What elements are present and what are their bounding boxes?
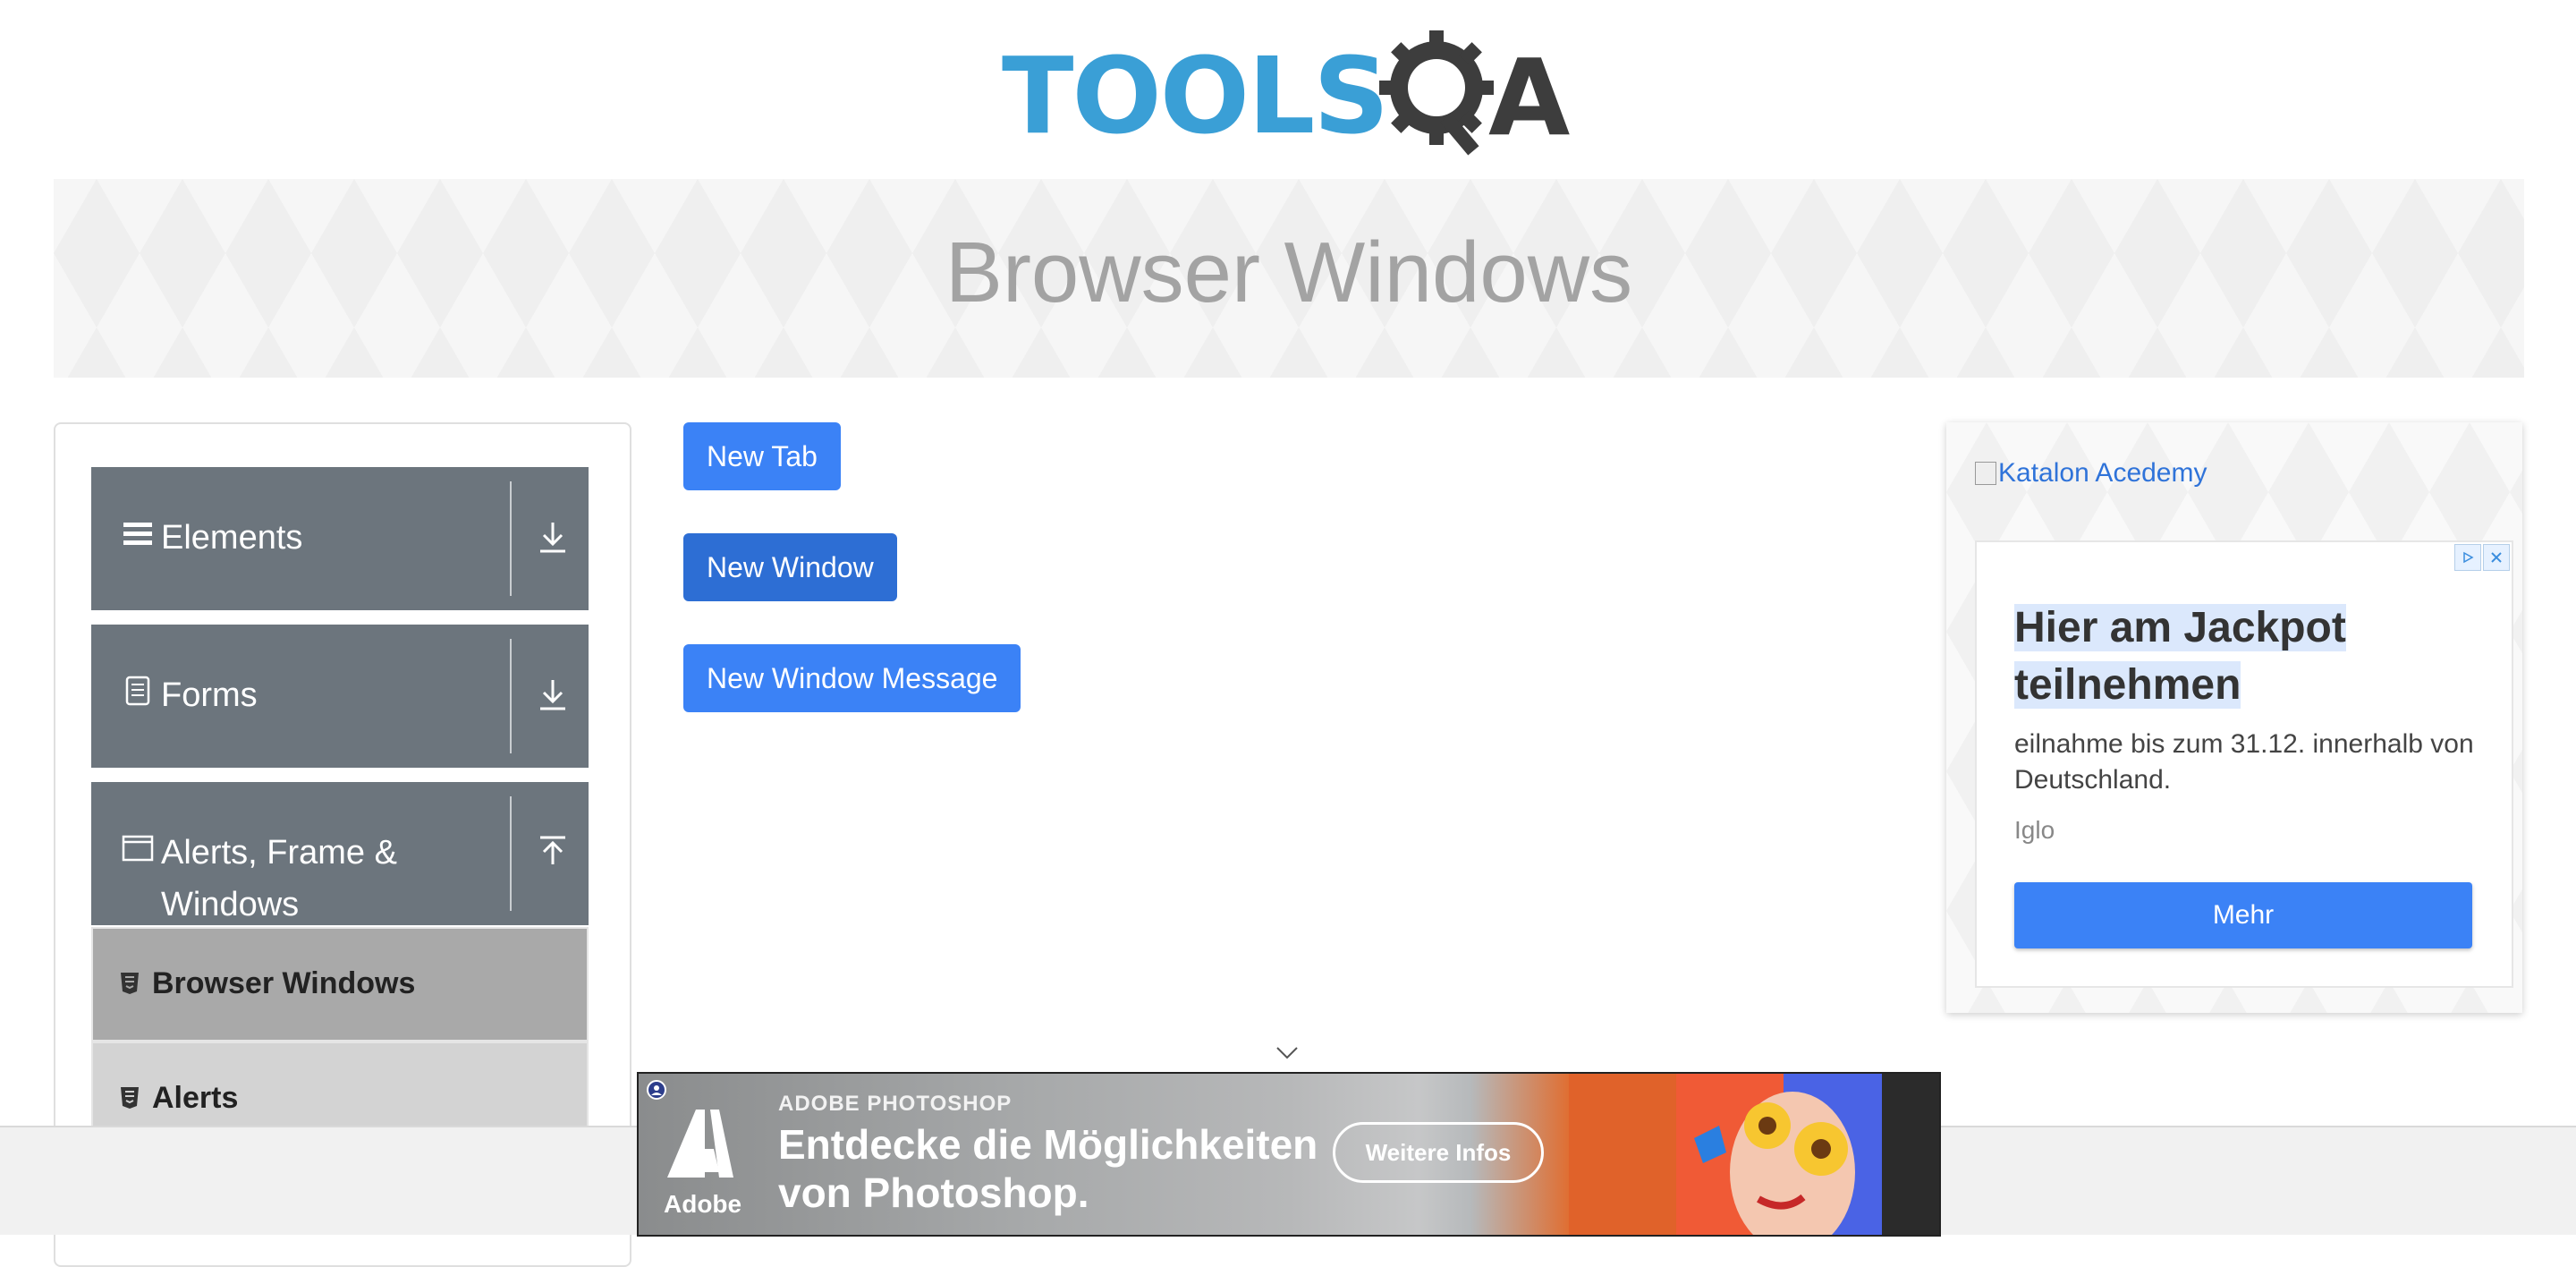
ad-card[interactable]: Hier am Jackpot teilnehmen eilnahme bis … <box>1975 540 2513 988</box>
sidebar-group-elements[interactable]: Elements <box>91 467 589 610</box>
sidebar-group-label: Forms <box>161 676 258 714</box>
logo-text-tools: TOOLS <box>1002 34 1389 157</box>
image-alt-text: Katalon Acedemy <box>1998 458 2207 488</box>
ad-choices[interactable] <box>2454 544 2510 571</box>
sidebar-group-forms[interactable]: Forms <box>91 625 589 768</box>
window-icon <box>122 835 154 862</box>
page-title: Browser Windows <box>945 225 1633 320</box>
page-header-banner: Browser Windows <box>54 179 2524 378</box>
ad-cta-button[interactable]: Mehr <box>2014 882 2472 948</box>
adchoices-icon[interactable] <box>2454 544 2481 571</box>
new-tab-button[interactable]: New Tab <box>683 422 841 490</box>
new-window-message-button[interactable]: New Window Message <box>683 644 1021 712</box>
ad-headline-line: teilnehmen <box>2014 661 2241 709</box>
ad-shield-icon[interactable] <box>646 1079 667 1101</box>
ad-advertiser: Iglo <box>2014 816 2055 844</box>
adobe-logo: Adobe <box>664 1106 741 1218</box>
sidebar-group-alerts-frame-windows[interactable]: Alerts, Frame & Windows <box>91 782 589 925</box>
ad-headline: Entdecke die Möglichkeiten von Photoshop… <box>778 1121 1318 1216</box>
divider <box>510 481 512 596</box>
ad-eyebrow: ADOBE PHOTOSHOP <box>778 1092 1013 1116</box>
sidebar-item-browser-windows[interactable]: Browser Windows <box>91 927 589 1042</box>
ad-cta-button[interactable]: Weitere Infos <box>1333 1122 1544 1183</box>
ad-sidebar-right: Katalon Acedemy Hier am Jackpot teilnehm… <box>1946 422 2522 1013</box>
document-icon <box>125 676 150 706</box>
adobe-wordmark: Adobe <box>664 1190 742 1218</box>
divider <box>510 796 512 911</box>
ad-headline[interactable]: Hier am Jackpot teilnehmen <box>2014 599 2497 714</box>
new-window-button[interactable]: New Window <box>683 533 897 601</box>
ad-banner-bottom[interactable]: Adobe ADOBE PHOTOSHOP Entdecke die Mögli… <box>637 1072 1941 1237</box>
close-icon[interactable] <box>2483 544 2510 571</box>
divider <box>510 639 512 753</box>
adobe-a-icon <box>667 1110 733 1178</box>
toolsqa-logo[interactable]: TOOLS A <box>1002 25 1583 165</box>
html5-icon <box>121 1087 139 1109</box>
upload-arrow-icon[interactable] <box>537 834 569 870</box>
ad-headline-line: Hier am Jackpot <box>2014 604 2346 651</box>
broken-image-icon <box>1975 462 1996 485</box>
sidebar-group-label: Elements <box>161 519 303 557</box>
download-arrow-icon[interactable] <box>537 676 569 712</box>
chevron-down-icon[interactable] <box>1275 1045 1299 1061</box>
katalon-academy-image-link[interactable]: Katalon Acedemy <box>1975 458 2207 489</box>
sidebar-item-label: Browser Windows <box>152 966 416 1000</box>
logo-text-a: A <box>1488 36 1571 159</box>
ad-body-text: eilnahme bis zum 31.12. innerhalb von De… <box>2014 729 2474 795</box>
ad-artwork-image <box>1569 1074 1939 1235</box>
html5-icon <box>121 973 139 994</box>
download-arrow-icon[interactable] <box>537 519 569 555</box>
hamburger-icon <box>123 523 152 545</box>
sidebar-group-label: Alerts, Frame & Windows <box>161 834 397 923</box>
sidebar-item-label: Alerts <box>152 1081 239 1115</box>
